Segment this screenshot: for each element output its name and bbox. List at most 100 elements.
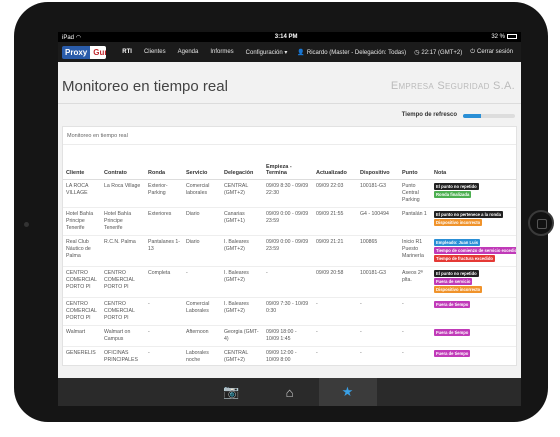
note-cell: Fuera de tiempo [431,346,516,365]
table-cell: 09/09 12:00 - 10/09 8:00 [263,346,313,365]
column-header[interactable]: Servicio [183,145,221,180]
refresh-progress-fill [463,114,482,118]
table-cell: CENTRAL (GMT+2) [221,346,263,365]
table-cell: Exterior-Parking [145,179,183,208]
table-cell: - [145,346,183,365]
column-header[interactable]: Empieza - Termina [263,145,313,180]
monitor-panel: Monitoreo en tiempo real Cliente Contrato… [62,126,517,366]
nav-item-1[interactable]: Clientes [138,49,172,56]
screen: iPad ◠ 3:14 PM 32 % Proxy Gun RTICliente… [58,32,521,406]
logo[interactable]: Proxy Gun [62,45,107,59]
table-cell: Inicio R1 Puesto Marinería [399,235,431,267]
table-cell: Diario [183,235,221,267]
table-row[interactable]: GENERELIS OFICINAS PRINCIPALES - Laborales … [63,346,516,365]
table-cell: Pantalanes 1-13 [145,235,183,267]
column-header[interactable]: Ronda [145,145,183,180]
home-button[interactable] [528,210,554,236]
logout-button[interactable]: ⏻ Cerrar sesión [466,49,517,56]
tab-camera[interactable]: 📷 [203,378,261,406]
note-cell: El punto no repetido Ronda finalizada [431,179,516,208]
table-row[interactable]: Real Club Náutico de Palma R.C.N. Palma Pa… [63,235,516,267]
wifi-icon: ◠ [75,34,81,41]
table-cell: - [399,325,431,347]
column-header[interactable]: Dispositivo [357,145,399,180]
nav-item-2[interactable]: Agenda [172,49,205,56]
table-row[interactable]: LA ROCA VILLAGE La Roca Village Exterior-P… [63,179,516,208]
table-cell: 09/09 8:30 - 09/09 22:30 [263,179,313,208]
top-navbar: Proxy Gun RTIClientesAgendaInformesConfi… [58,42,521,62]
note-badge: Tiempo de fractura excedido [434,254,495,262]
status-bar: iPad ◠ 3:14 PM 32 % [58,32,521,42]
column-header[interactable]: Cliente [63,145,101,180]
note-badges: Empleado: Juan Luis Tiempo de comienzo de… [434,238,516,263]
table-cell: - [357,346,399,365]
column-header[interactable]: Delegación [221,145,263,180]
table-cell: Punto Central Parking [399,179,431,208]
table-row[interactable]: CENTRO COMERCIAL PORTO PI CENTRO COMERCIA… [63,266,516,298]
user-menu[interactable]: 👤 Ricardo (Master - Delegación: Todas) [293,49,410,56]
table-cell: I. Baleares (GMT+2) [221,235,263,267]
table-cell: - [313,297,357,326]
nav-menu: RTI Clientes Agenda Informes Configuración ▾ [116,49,293,56]
note-cell: Empleado: Juan Luis Tiempo de comienzo de… [431,235,516,267]
table-row[interactable]: CENTRO COMERCIAL PORTO PI CENTRO COMERCIA… [63,297,516,326]
column-header[interactable]: Contrato [101,145,145,180]
note-badges: El punto no pertenece a la ronda Disposit… [434,210,513,227]
table-cell: 100181-G3 [357,179,399,208]
table-cell: - [263,266,313,298]
table-cell: Walmart on Campus [101,325,145,347]
refresh-progress-bar [463,114,515,118]
table-cell: - [145,297,183,326]
table-cell: Pantalán 1 [399,207,431,236]
tab-home[interactable]: ⌂ [261,378,319,406]
note-badge: Dispositivo incorrecto [434,218,483,226]
camera-icon: 📷 [223,384,240,399]
table-cell: Completa [145,266,183,298]
table-header-row: Cliente Contrato Ronda Servicio Delegación Em… [63,145,516,180]
page-title: Monitoreo en tiempo real [62,78,228,95]
table-cell: 100181-G3 [357,266,399,298]
table-cell: 100865 [357,235,399,267]
table-cell: Hotel Bahía Principe Tenerife [101,207,145,236]
tab-star[interactable]: ★ [318,378,377,406]
table-cell: Laborales noche [183,346,221,365]
table-cell: 09/09 21:55 [313,207,357,236]
bottom-tab-bar: 📷 ⌂ ★ [58,378,521,406]
table-row[interactable]: Walmart Walmart on Campus - Afternoon Georgi… [63,325,516,347]
note-badges: El punto no repetido Ronda finalizada [434,182,513,199]
table-cell: CENTRO COMERCIAL PORTO PI [63,297,101,326]
nav-item-0[interactable]: RTI [116,49,138,56]
note-cell: Fuera de tiempo [431,297,516,326]
table-cell: R.C.N. Palma [101,235,145,267]
table-cell: - [183,266,221,298]
monitor-table: Cliente Contrato Ronda Servicio Delegación Em… [63,145,516,365]
table-cell: - [357,325,399,347]
clock-icon: ◷ [414,49,420,56]
note-badges: Fuera de tiempo [434,328,513,337]
table-cell: GENERELIS [63,346,101,365]
table-cell: Georgia (GMT-4) [221,325,263,347]
column-header[interactable]: Punto [399,145,431,180]
battery-indicator: 32 % [491,33,517,40]
table-cell: 09/09 0:00 - 09/09 23:59 [263,235,313,267]
column-header[interactable]: Actualizado [313,145,357,180]
table-cell: Exteriores [145,207,183,236]
column-header[interactable]: Nota [431,145,516,180]
nav-item-3[interactable]: Informes [204,49,239,56]
table-cell: - [145,325,183,347]
table-cell: Afternoon [183,325,221,347]
table-cell: I. Baleares (GMT+2) [221,266,263,298]
table-row[interactable]: Hotel Bahía Principe Tenerife Hotel Bahía… [63,207,516,236]
table-cell: 09/09 20:58 [313,266,357,298]
table-cell: 09/09 18:00 - 10/09 1:45 [263,325,313,347]
power-icon: ⏻ [470,48,475,55]
company-name: Empresa Seguridad S.A. [390,80,515,92]
home-icon: ⌂ [285,384,294,400]
table-cell: Aseos 2ª plta. [399,266,431,298]
table-cell: OFICINAS PRINCIPALES [101,346,145,365]
nav-item-4[interactable]: Configuración ▾ [240,49,294,56]
note-cell: Fuera de tiempo [431,325,516,347]
table-cell: 09/09 0:00 - 09/09 23:59 [263,207,313,236]
user-icon: 👤 [297,49,305,56]
table-cell: - [313,325,357,347]
